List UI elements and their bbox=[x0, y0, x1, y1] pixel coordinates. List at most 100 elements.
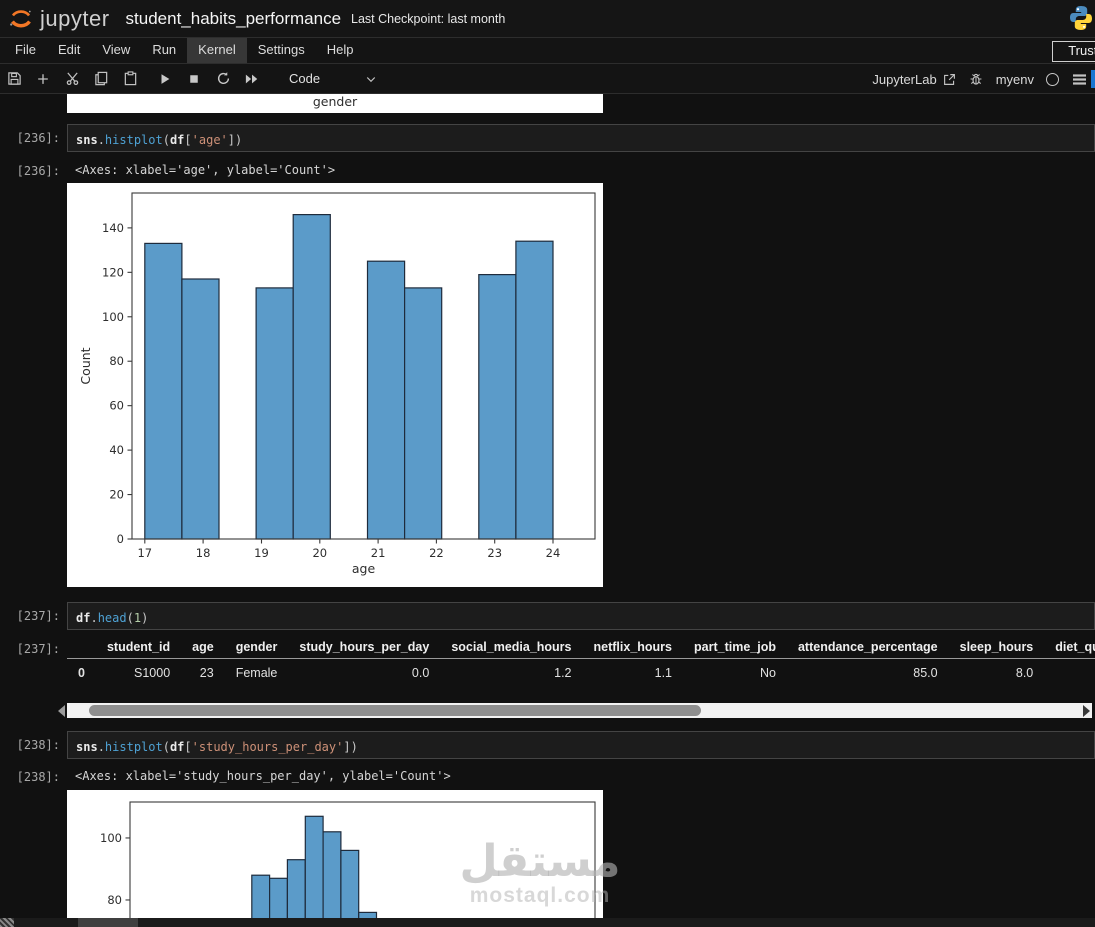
age-histogram-figure: 0 20 40 60 80 100 120 140 17 18 19 20 21 22 23 24 age Cou… bbox=[67, 183, 603, 587]
table-cell: 85.0 bbox=[913, 666, 938, 680]
table-cell: Fair bbox=[1044, 659, 1095, 688]
svg-text:18: 18 bbox=[196, 546, 211, 560]
paste-cell-icon[interactable] bbox=[122, 71, 138, 87]
table-header: netflix_hours bbox=[582, 636, 684, 659]
code-line: df.head(1) bbox=[76, 611, 149, 625]
table-header: social_media_hours bbox=[440, 636, 583, 659]
output-repr-text: <Axes: xlabel='age', ylabel='Count'> bbox=[75, 163, 336, 177]
code-line: sns.histplot(df['age']) bbox=[76, 133, 243, 147]
table-cell: 0.0 bbox=[411, 666, 430, 680]
trusted-button[interactable]: Trusted bbox=[1052, 41, 1095, 62]
table-cell: 0 bbox=[78, 666, 85, 680]
page-h-scrollbar[interactable] bbox=[0, 918, 1095, 927]
table-cell: S1000 bbox=[134, 666, 171, 680]
svg-text:24: 24 bbox=[546, 546, 561, 560]
svg-text:17: 17 bbox=[137, 546, 152, 560]
table-cell: Female bbox=[235, 666, 278, 680]
table-cell: 1.2 bbox=[554, 666, 572, 680]
debugger-bug-icon[interactable] bbox=[968, 71, 984, 87]
menu-item-view[interactable]: View bbox=[91, 38, 141, 63]
svg-text:23: 23 bbox=[487, 546, 502, 560]
svg-text:100: 100 bbox=[102, 310, 124, 324]
table-header: age bbox=[181, 636, 225, 659]
menu-item-edit[interactable]: Edit bbox=[47, 38, 91, 63]
output-prompt: [237]: bbox=[16, 642, 60, 656]
svg-text:21: 21 bbox=[371, 546, 386, 560]
table-header bbox=[67, 636, 96, 659]
jupyter-logo-text: jupyter bbox=[40, 5, 110, 31]
jupyterlab-link[interactable]: JupyterLab bbox=[872, 72, 955, 87]
svg-text:19: 19 bbox=[254, 546, 269, 560]
previous-figure-xlabel: gender bbox=[312, 94, 358, 109]
copy-cell-icon[interactable] bbox=[93, 71, 109, 87]
kernel-status-icon[interactable] bbox=[1046, 72, 1059, 86]
jupyter-logo-icon bbox=[10, 9, 31, 27]
svg-text:Count: Count bbox=[78, 347, 93, 384]
svg-text:40: 40 bbox=[109, 443, 124, 457]
output-cell-236: [236]: <Axes: xlabel='age', ylabel='Coun… bbox=[0, 163, 1095, 178]
interrupt-kernel-icon[interactable] bbox=[186, 71, 202, 87]
code-editor[interactable]: sns.histplot(df['study_hours_per_day']) bbox=[67, 731, 1095, 759]
menu-item-help[interactable]: Help bbox=[316, 38, 365, 63]
hamburger-menu-icon[interactable] bbox=[1071, 71, 1087, 87]
study-hours-histogram-chart: 80100Count bbox=[67, 790, 603, 927]
table-header: part_time_job bbox=[683, 636, 787, 659]
code-editor[interactable]: df.head(1) bbox=[67, 602, 1095, 630]
menu-item-file[interactable]: File bbox=[4, 38, 47, 63]
restart-kernel-icon[interactable] bbox=[215, 71, 231, 87]
notebook-content: gender [236]: sns.histplot(df['age']) [2… bbox=[0, 94, 1095, 927]
table-header: sleep_hours bbox=[948, 636, 1045, 659]
code-cell-236: [236]: sns.histplot(df['age']) bbox=[0, 124, 1095, 152]
jupyter-logo[interactable]: jupyter bbox=[0, 6, 110, 32]
scroll-left-arrow-icon[interactable] bbox=[58, 704, 65, 717]
svg-text:22: 22 bbox=[429, 546, 444, 560]
svg-text:140: 140 bbox=[102, 221, 124, 235]
code-cell-238: [238]: sns.histplot(df['study_hours_per_… bbox=[0, 731, 1095, 759]
cut-cell-icon[interactable] bbox=[64, 71, 80, 87]
save-icon[interactable] bbox=[6, 71, 22, 87]
dataframe-h-scrollbar[interactable] bbox=[58, 703, 1092, 718]
scroll-right-arrow-icon[interactable] bbox=[1083, 704, 1090, 717]
restart-run-all-icon[interactable] bbox=[244, 71, 260, 87]
code-editor[interactable]: sns.histplot(df['age']) bbox=[67, 124, 1095, 152]
menu-item-run[interactable]: Run bbox=[141, 38, 187, 63]
output-cell-238: [238]: <Axes: xlabel='study_hours_per_da… bbox=[0, 769, 1095, 784]
output-repr-text: <Axes: xlabel='study_hours_per_day', yla… bbox=[75, 769, 451, 783]
dataframe-table: student_id age gender study_hours_per_day so… bbox=[67, 636, 1095, 687]
table-cell: 8.0 bbox=[1015, 666, 1034, 680]
svg-text:20: 20 bbox=[312, 546, 327, 560]
table-cell: 1.1 bbox=[654, 666, 673, 680]
side-panel-accent bbox=[1091, 70, 1095, 88]
kernel-name-label[interactable]: myenv bbox=[996, 72, 1034, 87]
scrollbar-thumb[interactable] bbox=[78, 918, 138, 927]
table-row: 0S100023Female0.01.21.1No85.08.0Fair6 bbox=[67, 659, 1095, 688]
notebook-toolbar: Code JupyterLab myenv bbox=[0, 64, 1095, 94]
table-cell: No bbox=[760, 666, 776, 680]
input-prompt: [237]: bbox=[16, 609, 60, 623]
scrollbar-corner bbox=[0, 918, 14, 927]
cell-type-dropdown[interactable]: Code bbox=[289, 71, 320, 86]
menu-item-settings[interactable]: Settings bbox=[247, 38, 316, 63]
input-prompt: [236]: bbox=[16, 131, 60, 145]
chevron-down-icon[interactable] bbox=[363, 71, 379, 87]
title-bar: jupyter student_habits_performance Last … bbox=[0, 0, 1095, 38]
jupyter-notebook-window: jupyter student_habits_performance Last … bbox=[0, 0, 1095, 927]
study-hours-histogram-figure: 80100Count bbox=[67, 790, 603, 927]
previous-figure-clipped: gender bbox=[67, 94, 603, 113]
code-line: sns.histplot(df['study_hours_per_day']) bbox=[76, 740, 358, 754]
output-prompt: [236]: bbox=[16, 164, 60, 178]
add-cell-icon[interactable] bbox=[35, 71, 51, 87]
menu-item-kernel[interactable]: Kernel bbox=[187, 38, 247, 63]
run-cell-icon[interactable] bbox=[157, 71, 173, 87]
table-header: diet_quality bbox=[1044, 636, 1095, 659]
age-histogram-chart: 0 20 40 60 80 100 120 140 17 18 19 20 21 22 23 24 age Cou… bbox=[67, 183, 603, 587]
dataframe-output: student_id age gender study_hours_per_day so… bbox=[67, 636, 1095, 687]
menu-bar: FileEditViewRunKernelSettingsHelp Truste… bbox=[0, 38, 1095, 64]
table-cell: 23 bbox=[199, 666, 214, 680]
scrollbar-thumb[interactable] bbox=[89, 705, 701, 716]
external-link-icon bbox=[943, 73, 955, 85]
menubar-items: File Edit View Run Kernel Settings Help bbox=[4, 38, 364, 63]
last-checkpoint-label: Last Checkpoint: last month bbox=[351, 11, 506, 26]
notebook-title[interactable]: student_habits_performance bbox=[126, 9, 341, 29]
svg-text:60: 60 bbox=[109, 399, 124, 413]
